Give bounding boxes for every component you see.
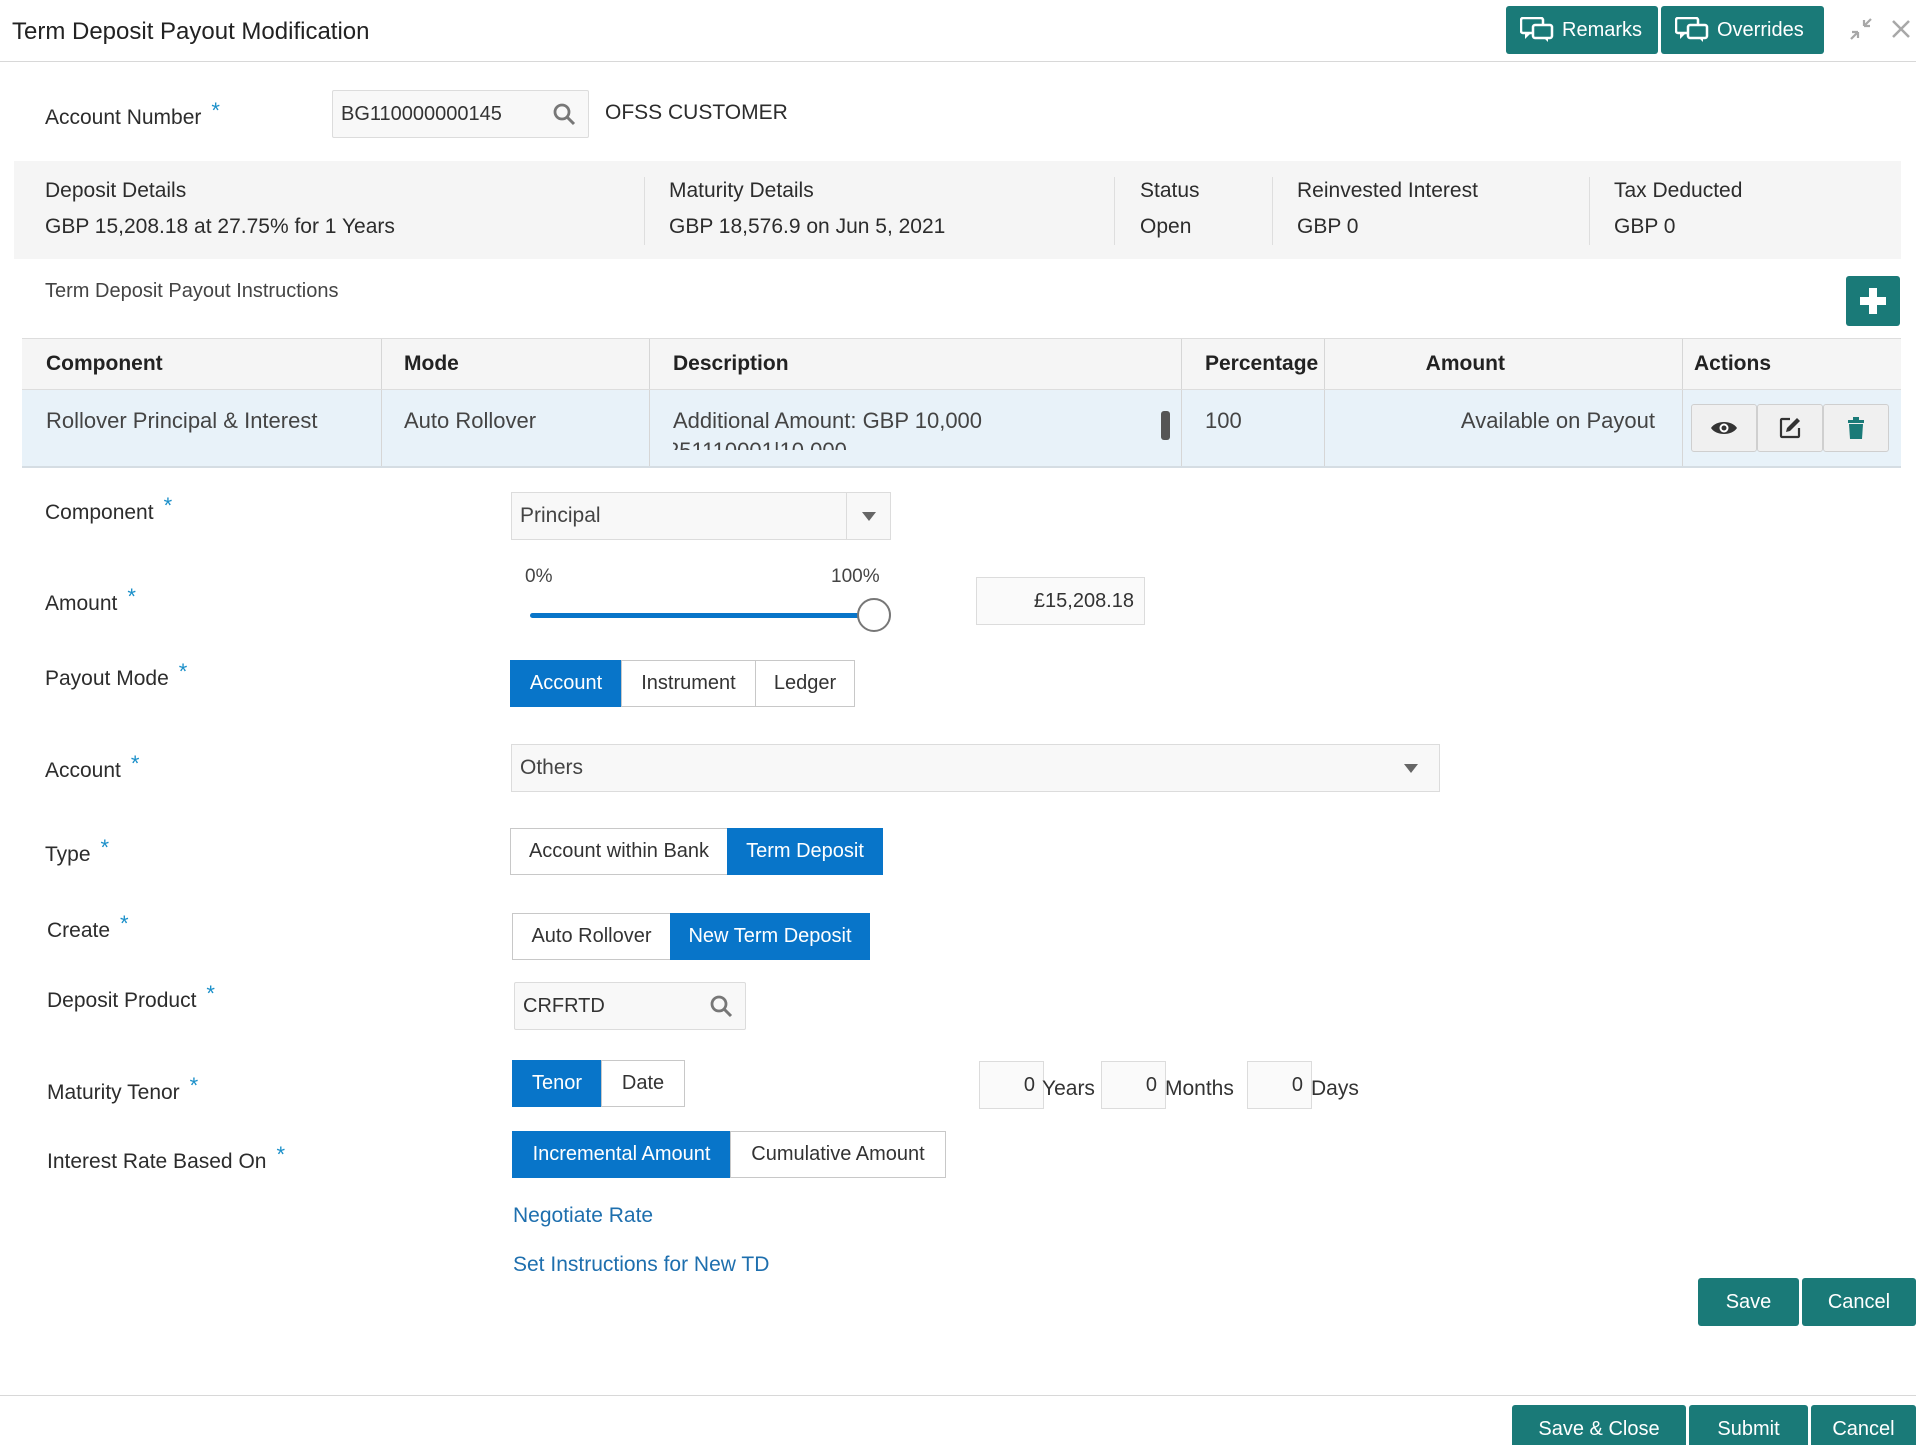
days-input[interactable]: 0 bbox=[1247, 1061, 1312, 1109]
deposit-summary: Deposit Details GBP 15,208.18 at 27.75% … bbox=[14, 161, 1901, 259]
maturity-tenor-toggle: Tenor Date bbox=[512, 1060, 685, 1107]
plus-icon bbox=[1860, 288, 1886, 314]
cell-description: Additional Amount: GBP 10,000 251110001|… bbox=[673, 408, 983, 450]
cancel-button[interactable]: Cancel bbox=[1802, 1278, 1916, 1326]
search-icon[interactable] bbox=[709, 994, 733, 1018]
months-input[interactable]: 0 bbox=[1101, 1061, 1166, 1109]
add-instruction-button[interactable] bbox=[1846, 276, 1900, 326]
chat-icon bbox=[1520, 17, 1554, 42]
column-header: Percentage bbox=[1205, 352, 1319, 375]
component-label: Component * bbox=[45, 493, 173, 524]
deposit-product-input[interactable]: CRFRTD bbox=[514, 982, 746, 1030]
interest-rate-label: Interest Rate Based On * bbox=[47, 1142, 286, 1173]
payout-mode-account[interactable]: Account bbox=[510, 660, 622, 707]
slider-max-label: 100% bbox=[831, 566, 880, 587]
create-auto-rollover[interactable]: Auto Rollover bbox=[512, 913, 671, 960]
status: Status Open bbox=[1140, 179, 1200, 238]
remarks-button[interactable]: Remarks bbox=[1506, 6, 1658, 54]
component-value: Principal bbox=[520, 504, 601, 527]
footer-divider bbox=[0, 1395, 1916, 1396]
page-title: Term Deposit Payout Modification bbox=[12, 18, 370, 45]
overrides-label: Overrides bbox=[1717, 18, 1804, 41]
create-new-term-deposit[interactable]: New Term Deposit bbox=[670, 913, 870, 960]
column-header: Actions bbox=[1694, 352, 1772, 375]
payout-instructions-table: Component Mode Description Percentage Am… bbox=[22, 338, 1901, 468]
column-header: Description bbox=[673, 352, 789, 375]
chevron-down-icon bbox=[1383, 745, 1439, 791]
column-header: Mode bbox=[404, 352, 459, 375]
account-number-value: BG110000000145 bbox=[341, 102, 502, 125]
eye-icon bbox=[1711, 422, 1737, 434]
amount-label: Amount * bbox=[45, 584, 136, 615]
save-close-button[interactable]: Save & Close bbox=[1512, 1405, 1686, 1445]
amount-slider-track[interactable] bbox=[530, 613, 873, 618]
type-account-within-bank[interactable]: Account within Bank bbox=[510, 828, 728, 875]
trash-icon bbox=[1848, 417, 1864, 439]
deposit-details: Deposit Details GBP 15,208.18 at 27.75% … bbox=[45, 179, 395, 238]
edit-button[interactable] bbox=[1757, 404, 1823, 452]
amount-slider-handle[interactable] bbox=[857, 598, 891, 632]
edit-icon bbox=[1779, 417, 1801, 439]
component-select[interactable]: Principal bbox=[511, 492, 891, 540]
cell-percentage: 100 bbox=[1205, 408, 1242, 433]
interest-rate-toggle: Incremental Amount Cumulative Amount bbox=[512, 1131, 946, 1178]
reinvested-interest: Reinvested Interest GBP 0 bbox=[1297, 179, 1478, 238]
column-header: Amount bbox=[1425, 352, 1505, 375]
account-select[interactable]: Others bbox=[511, 744, 1440, 792]
type-label: Type * bbox=[45, 835, 110, 866]
column-header: Component bbox=[46, 352, 163, 375]
payout-mode-toggle: Account Instrument Ledger bbox=[510, 660, 855, 707]
description-scroll-handle[interactable] bbox=[1161, 411, 1170, 440]
days-unit: Days bbox=[1311, 1077, 1359, 1100]
create-label: Create * bbox=[47, 911, 129, 942]
slider-min-label: 0% bbox=[525, 566, 553, 587]
footer-cancel-button[interactable]: Cancel bbox=[1811, 1405, 1916, 1445]
chevron-down-icon bbox=[846, 493, 890, 539]
account-label: Account * bbox=[45, 751, 140, 782]
cell-component: Rollover Principal & Interest bbox=[46, 408, 318, 433]
account-number-label: Account Number * bbox=[45, 98, 220, 129]
maturity-details: Maturity Details GBP 18,576.9 on Jun 5, … bbox=[669, 179, 946, 238]
years-input[interactable]: 0 bbox=[979, 1061, 1044, 1109]
table-row[interactable]: Rollover Principal & Interest Auto Rollo… bbox=[22, 390, 1901, 468]
table-header: Component Mode Description Percentage Am… bbox=[22, 338, 1901, 390]
deposit-product-label: Deposit Product * bbox=[47, 981, 215, 1012]
cell-amount: Available on Payout bbox=[1460, 408, 1655, 433]
remarks-label: Remarks bbox=[1562, 18, 1643, 41]
overrides-button[interactable]: Overrides bbox=[1661, 6, 1824, 54]
account-value: Others bbox=[520, 756, 584, 779]
cell-mode: Auto Rollover bbox=[404, 408, 537, 433]
maturity-tenor-label: Maturity Tenor * bbox=[47, 1073, 199, 1104]
payout-instructions-title: Term Deposit Payout Instructions bbox=[45, 280, 339, 302]
interest-incremental-amount[interactable]: Incremental Amount bbox=[512, 1131, 731, 1178]
maturity-tenor-tenor[interactable]: Tenor bbox=[512, 1060, 602, 1107]
submit-button[interactable]: Submit bbox=[1689, 1405, 1808, 1445]
customer-name: OFSS CUSTOMER bbox=[605, 101, 788, 124]
deposit-product-value: CRFRTD bbox=[523, 994, 605, 1017]
negotiate-rate-link[interactable]: Negotiate Rate bbox=[513, 1204, 653, 1228]
interest-cumulative-amount[interactable]: Cumulative Amount bbox=[730, 1131, 946, 1178]
close-icon[interactable] bbox=[1890, 16, 1912, 47]
chat-icon bbox=[1675, 17, 1709, 42]
header-bar: Term Deposit Payout Modification Remarks… bbox=[0, 0, 1916, 62]
view-button[interactable] bbox=[1691, 404, 1757, 452]
payout-mode-instrument[interactable]: Instrument bbox=[621, 660, 756, 707]
save-button[interactable]: Save bbox=[1698, 1278, 1799, 1326]
maturity-tenor-date[interactable]: Date bbox=[601, 1060, 685, 1107]
payout-mode-label: Payout Mode * bbox=[45, 659, 188, 690]
account-number-input[interactable]: BG110000000145 bbox=[332, 90, 589, 138]
payout-mode-ledger[interactable]: Ledger bbox=[755, 660, 855, 707]
amount-input[interactable]: £15,208.18 bbox=[976, 577, 1145, 625]
create-toggle: Auto Rollover New Term Deposit bbox=[512, 913, 870, 960]
minimize-icon[interactable] bbox=[1848, 16, 1874, 49]
years-unit: Years bbox=[1042, 1077, 1095, 1100]
delete-button[interactable] bbox=[1823, 404, 1889, 452]
set-instructions-link[interactable]: Set Instructions for New TD bbox=[513, 1253, 769, 1277]
type-toggle: Account within Bank Term Deposit bbox=[510, 828, 883, 875]
search-icon[interactable] bbox=[552, 102, 576, 126]
months-unit: Months bbox=[1165, 1077, 1234, 1100]
tax-deducted: Tax Deducted GBP 0 bbox=[1614, 179, 1743, 238]
type-term-deposit[interactable]: Term Deposit bbox=[727, 828, 883, 875]
